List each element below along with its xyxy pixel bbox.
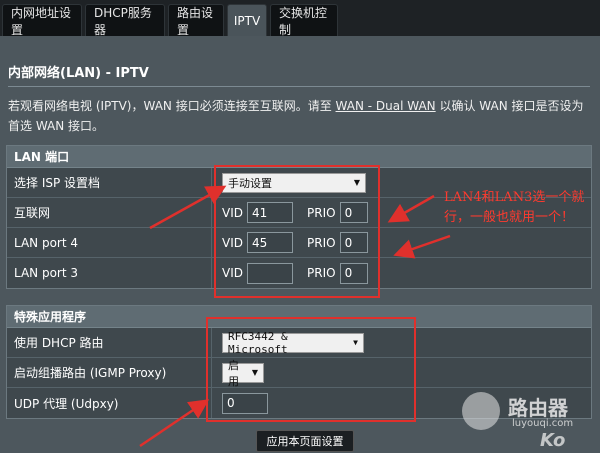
annotation-text: LAN4和LAN3选一个就行，一般也就用一个！	[444, 190, 585, 225]
watermark: 路由器 luyouqi.com Ko	[462, 388, 600, 453]
watermark-sub: luyouqi.com	[512, 418, 574, 429]
watermark-tag: Ko	[540, 430, 566, 451]
arrow-to-lan3	[393, 234, 451, 259]
apply-button[interactable]: 应用本页面设置	[256, 430, 354, 452]
arrow-to-special	[139, 399, 210, 448]
router-logo-icon	[462, 392, 500, 430]
watermark-text: 路由器	[508, 396, 568, 420]
arrow-to-lan4	[387, 194, 435, 223]
arrow-to-isp	[149, 185, 227, 230]
